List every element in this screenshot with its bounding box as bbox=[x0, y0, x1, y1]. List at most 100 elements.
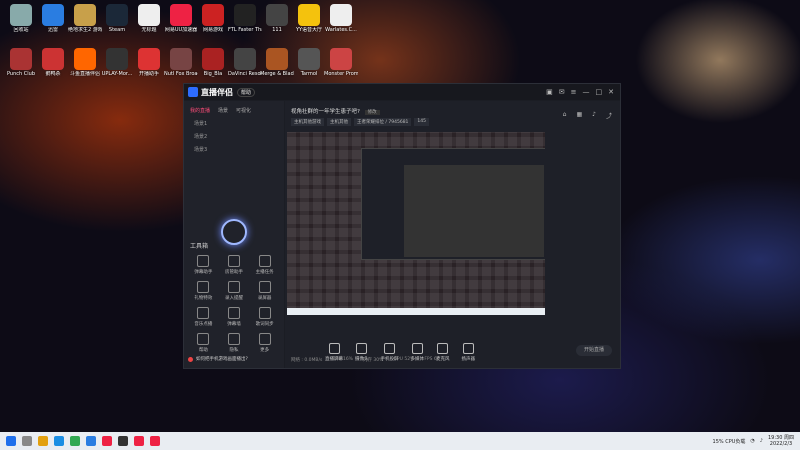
tool-item[interactable]: 录入提醒 bbox=[219, 281, 250, 301]
status-item: CPU 16% bbox=[332, 357, 353, 362]
share-icon[interactable]: ⤴ bbox=[606, 111, 612, 120]
tool-item[interactable]: 更多 bbox=[249, 333, 280, 353]
cpu-load: 15% CPU负载 bbox=[712, 438, 746, 445]
tool-item[interactable]: 弹幕助手 bbox=[188, 255, 219, 275]
desktop-icon-label: YY语音大厅 bbox=[295, 27, 323, 33]
desktop-icon-image bbox=[138, 48, 160, 70]
minimize-icon[interactable]: — bbox=[583, 88, 590, 96]
tool-item[interactable]: 隐私 bbox=[219, 333, 250, 353]
tool-label: 房管助手 bbox=[224, 270, 243, 275]
start-live-button[interactable]: 开始直播 bbox=[576, 345, 612, 356]
edit-room-button[interactable]: 修改 bbox=[364, 110, 380, 115]
volume-icon[interactable]: ♪ bbox=[760, 438, 763, 444]
box-icon[interactable]: ▦ bbox=[576, 111, 582, 120]
desktop-icon[interactable]: Nutl Fox Broadcast bbox=[164, 48, 198, 77]
message-icon[interactable]: ✉ bbox=[559, 88, 565, 96]
close-icon[interactable]: ✕ bbox=[608, 88, 614, 96]
desktop-icon-label: Warlates.C... bbox=[325, 27, 357, 33]
app-icon[interactable] bbox=[102, 436, 112, 446]
source-button[interactable]: 扬声器 bbox=[462, 343, 475, 362]
desktop-icon[interactable]: Big_Bla bbox=[196, 48, 230, 77]
desktop-icon-label: UPLAY-Mor... bbox=[101, 71, 133, 77]
desktop-icon-label: Monster Prom bbox=[324, 71, 358, 77]
desktop-icon[interactable]: 回收站 bbox=[4, 4, 38, 33]
taskbar: 15% CPU负载 ◔ ♪ 19:30 周四 2022/2/3 bbox=[0, 432, 800, 450]
folder-icon[interactable] bbox=[38, 436, 48, 446]
desktop-icon[interactable]: Monster Prom bbox=[324, 48, 358, 77]
app-icon[interactable] bbox=[134, 436, 144, 446]
preview-nested-window bbox=[361, 148, 545, 260]
bell-icon[interactable]: ♪ bbox=[592, 111, 596, 120]
desktop-icon[interactable]: 鹅鸭杀 bbox=[36, 48, 70, 77]
scene-item[interactable]: 场景3 bbox=[184, 143, 284, 156]
desktop-icon[interactable]: DaVinci Resolve bbox=[228, 48, 262, 77]
tag[interactable]: 主机其他 bbox=[327, 118, 351, 126]
app-icon[interactable] bbox=[86, 436, 96, 446]
tag[interactable]: 王者荣耀排位 / 7945681 bbox=[354, 118, 412, 126]
desktop-icon[interactable]: 迅雷 bbox=[36, 4, 70, 33]
tag[interactable]: 主机其他游戏 bbox=[291, 118, 324, 126]
tab-my-live[interactable]: 我的直播 bbox=[190, 107, 210, 114]
scene-item[interactable]: 场景1 bbox=[184, 117, 284, 130]
help-badge[interactable]: 帮助 bbox=[237, 87, 256, 97]
tool-icon bbox=[258, 255, 271, 267]
desktop-icon[interactable]: 无标题 bbox=[132, 4, 166, 33]
tool-item[interactable]: 礼物特效 bbox=[188, 281, 219, 301]
desktop-icon[interactable]: Tarmol bbox=[292, 48, 326, 77]
toolbox-title: 工具箱 bbox=[190, 243, 209, 250]
desktop-icon[interactable]: Warlates.C... bbox=[324, 4, 358, 33]
clock[interactable]: 19:30 周四 2022/2/3 bbox=[768, 435, 794, 447]
desktop-icon-label: 迅雷 bbox=[47, 27, 58, 33]
tool-item[interactable]: 主播任务 bbox=[249, 255, 280, 275]
live-preview[interactable] bbox=[287, 132, 545, 315]
tab-scene[interactable]: 场景 bbox=[218, 107, 228, 114]
tool-icon bbox=[258, 281, 271, 293]
tool-item[interactable]: 音乐点播 bbox=[188, 307, 219, 327]
desktop-icon[interactable]: Punch Club bbox=[4, 48, 38, 77]
desktop-icon[interactable]: 绝地求生2 游戏列表 bbox=[68, 4, 102, 33]
tool-icon bbox=[227, 333, 240, 345]
edge-icon[interactable] bbox=[54, 436, 64, 446]
tool-item[interactable]: 录屏器 bbox=[249, 281, 280, 301]
skin-icon[interactable]: ▣ bbox=[546, 88, 553, 96]
desktop-icon[interactable]: UPLAY-Mor... bbox=[100, 48, 134, 77]
start-icon[interactable] bbox=[6, 436, 16, 446]
tool-item[interactable]: 弹幕墙 bbox=[219, 307, 250, 327]
desktop-icon[interactable]: 网易游戏 bbox=[196, 4, 230, 33]
scene-item[interactable]: 场景2 bbox=[184, 130, 284, 143]
desktop-icon-image bbox=[170, 48, 192, 70]
tool-icon bbox=[227, 255, 240, 267]
desktop-icon-image bbox=[74, 4, 96, 26]
maximize-icon[interactable]: □ bbox=[596, 88, 603, 96]
steam-icon[interactable] bbox=[118, 436, 128, 446]
desktop-icon[interactable]: Steam bbox=[100, 4, 134, 33]
live-broadcast-app-window[interactable]: 直播伴侣 帮助 ▣ ✉ ≡ — □ ✕ 我的直播 场景 可视化 场景1 场景2 … bbox=[183, 83, 621, 369]
desktop-icon-image bbox=[170, 4, 192, 26]
tip-message[interactable]: 如何把手机游戏画面播出? bbox=[188, 356, 248, 362]
desktop-icon[interactable]: Merge & Blade bbox=[260, 48, 294, 77]
wifi-icon[interactable]: ◔ bbox=[750, 438, 754, 444]
tool-item[interactable]: 帮助 bbox=[188, 333, 219, 353]
gift-icon[interactable]: ⌂ bbox=[563, 111, 567, 120]
desktop-icon-label: Punch Club bbox=[7, 71, 35, 77]
menu-icon[interactable]: ≡ bbox=[571, 88, 577, 96]
desktop-icon[interactable]: 斗鱼直播伴侣 bbox=[68, 48, 102, 77]
status-item: 网络 : 0.0MB/s bbox=[291, 358, 323, 363]
desktop-icon[interactable]: 网易UU加速器 bbox=[164, 4, 198, 33]
desktop-icon-image bbox=[298, 48, 320, 70]
desktop-icon-image bbox=[202, 4, 224, 26]
preview-nested-window-inner bbox=[404, 165, 544, 257]
tool-label: 音乐点播 bbox=[194, 322, 213, 327]
desktop-icon[interactable]: 开播助手 bbox=[132, 48, 166, 77]
room-tags: 主机其他游戏 主机其他 王者荣耀排位 / 7945681 145 bbox=[291, 118, 430, 126]
desktop-icon[interactable]: YY语音大厅 bbox=[292, 4, 326, 33]
tool-item[interactable]: 房管助手 bbox=[219, 255, 250, 275]
chrome-icon[interactable] bbox=[70, 436, 80, 446]
app-icon[interactable] bbox=[150, 436, 160, 446]
tab-visual[interactable]: 可视化 bbox=[236, 107, 251, 114]
tip-dot-icon bbox=[188, 356, 193, 362]
search-icon[interactable] bbox=[22, 436, 32, 446]
tool-item[interactable]: 歌词同步 bbox=[249, 307, 280, 327]
desktop-icon[interactable]: FTL Faster Than Light bbox=[228, 4, 262, 33]
desktop-icon[interactable]: 111 bbox=[260, 4, 294, 33]
